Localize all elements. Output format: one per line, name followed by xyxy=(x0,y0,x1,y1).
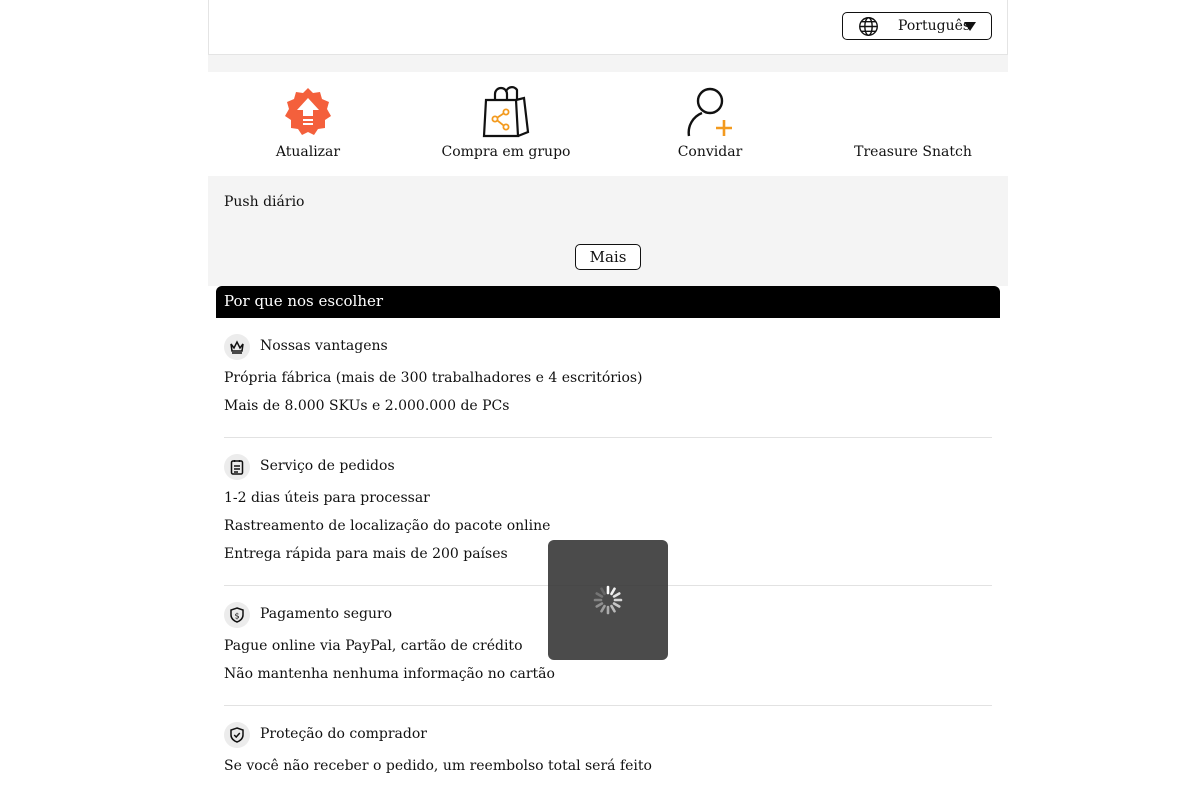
feature-line: Se você não receber o pedido, um reembol… xyxy=(224,758,652,774)
page: Português Atualizar Compra em grupo Conv… xyxy=(208,0,1008,800)
feature-buyer-protection: Proteção do comprador Se você não recebe… xyxy=(224,706,992,797)
order-list-icon xyxy=(224,454,250,480)
feature-line: 1-2 dias úteis para processar xyxy=(224,490,430,506)
daily-push-panel: Push diário Mais xyxy=(208,176,1008,286)
feature-line: Mais de 8.000 SKUs e 2.000.000 de PCs xyxy=(224,398,510,414)
feature-advantages: Nossas vantagens Própria fábrica (mais d… xyxy=(224,318,992,438)
group-buy-bag-icon xyxy=(482,86,530,138)
quick-actions: Atualizar Compra em grupo Convidar Treas… xyxy=(208,72,1008,176)
feature-line: Não mantenha nenhuma informação no cartã… xyxy=(224,666,555,682)
language-select[interactable]: Português xyxy=(842,12,992,40)
chevron-down-icon xyxy=(964,22,976,31)
crown-icon xyxy=(224,334,250,360)
section-divider xyxy=(208,55,1008,72)
group-buy-label: Compra em grupo xyxy=(441,144,571,160)
feature-title: Pagamento seguro xyxy=(260,606,393,622)
upgrade-arrow-icon xyxy=(285,88,331,135)
loading-spinner-icon xyxy=(593,585,623,615)
invite-action[interactable]: Convidar xyxy=(610,72,810,176)
feature-title: Nossas vantagens xyxy=(260,338,388,354)
invite-label: Convidar xyxy=(677,144,743,160)
top-bar: Português xyxy=(208,0,1008,55)
upgrade-action[interactable]: Atualizar xyxy=(208,72,408,176)
why-choose-us-header: Por que nos escolher xyxy=(216,286,1000,318)
globe-icon xyxy=(859,17,878,36)
feature-line: Própria fábrica (mais de 300 trabalhador… xyxy=(224,370,643,386)
language-label: Português xyxy=(898,18,971,34)
more-button[interactable]: Mais xyxy=(575,244,641,270)
feature-title: Serviço de pedidos xyxy=(260,458,395,474)
feature-title: Proteção do comprador xyxy=(260,726,427,742)
treasure-snatch-label: Treasure Snatch xyxy=(854,144,972,160)
daily-push-title: Push diário xyxy=(224,194,305,210)
svg-text:$: $ xyxy=(234,612,239,621)
secure-payment-shield-icon: $ xyxy=(224,602,250,628)
buyer-protection-shield-icon xyxy=(224,722,250,748)
upgrade-label: Atualizar xyxy=(275,144,341,160)
group-buy-action[interactable]: Compra em grupo xyxy=(406,72,606,176)
loading-overlay xyxy=(548,540,668,660)
invite-user-icon xyxy=(687,87,732,137)
treasure-snatch-action[interactable]: Treasure Snatch xyxy=(813,72,1013,176)
